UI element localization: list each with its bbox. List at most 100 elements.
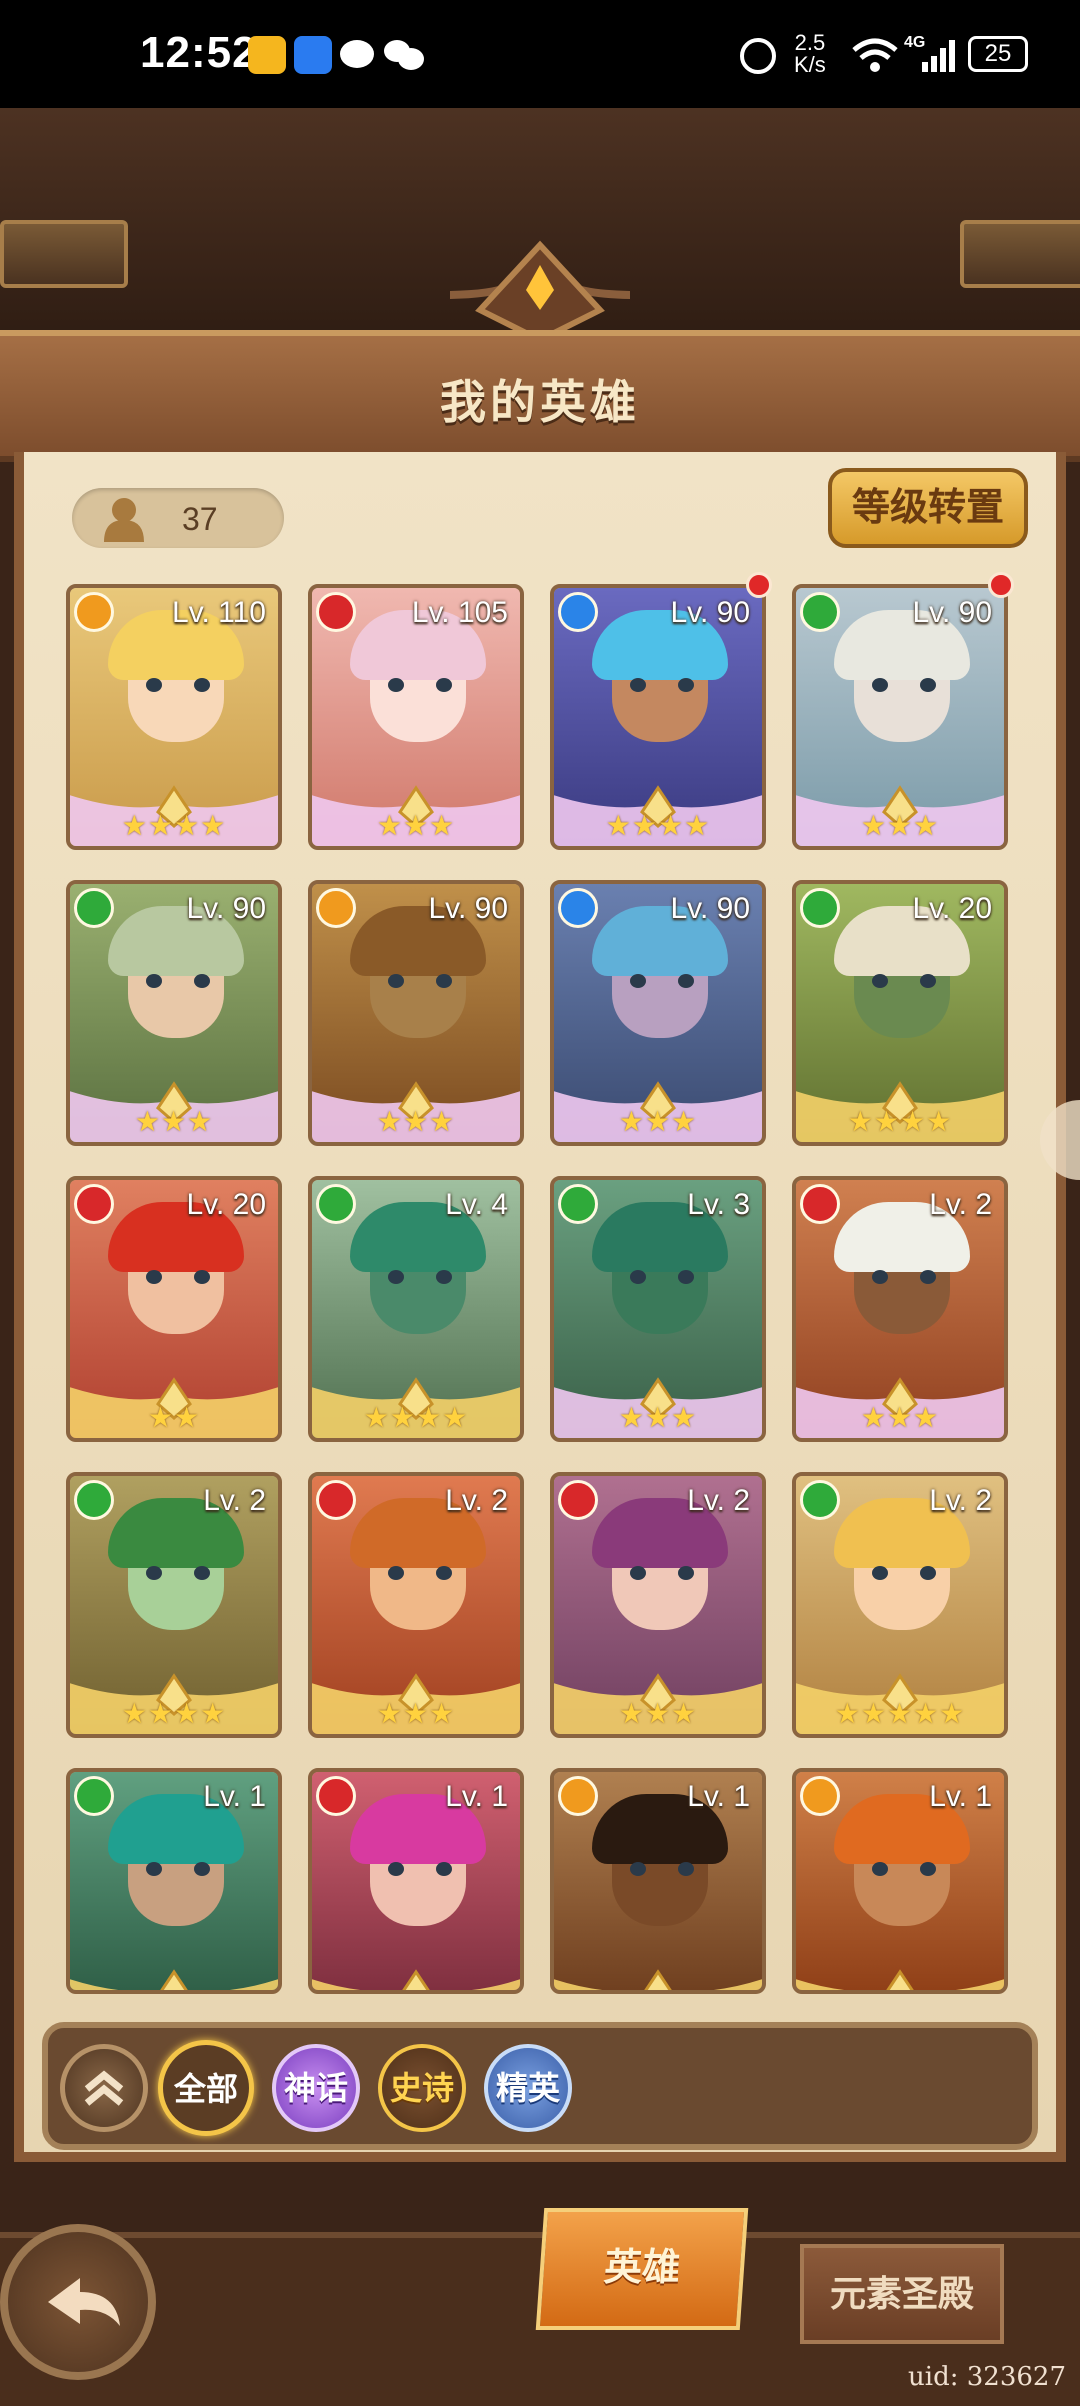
hero-eyes xyxy=(388,1270,452,1284)
filter-elite-button[interactable]: 精英 xyxy=(484,2044,572,2132)
hero-level: Lv. 105 xyxy=(411,596,508,629)
hero-card[interactable]: Lv. 1 xyxy=(308,1768,524,1994)
hero-eyes xyxy=(872,974,936,988)
hero-card[interactable]: Lv. 90 ★★★ xyxy=(308,880,524,1146)
hero-stars: ★★★★ xyxy=(605,810,711,841)
hero-eyes xyxy=(146,678,210,692)
blue-element-icon xyxy=(558,592,598,632)
right-pillar-decoration xyxy=(960,220,1080,288)
hero-eyes xyxy=(872,1566,936,1580)
hero-card[interactable]: Lv. 1 xyxy=(66,1768,282,1994)
orange-element-icon xyxy=(800,1776,840,1816)
hero-level: Lv. 2 xyxy=(929,1484,992,1517)
title-bar: 我的英雄 xyxy=(0,330,1080,462)
hero-level: Lv. 1 xyxy=(203,1780,266,1813)
hero-eyes xyxy=(630,678,694,692)
hero-level: Lv. 2 xyxy=(445,1484,508,1517)
hero-stars: ★★★ xyxy=(860,1402,940,1433)
hero-stars: ★★★ xyxy=(618,1106,698,1137)
filter-all-button[interactable]: 全部 xyxy=(158,2040,254,2136)
red-element-icon xyxy=(800,1184,840,1224)
hero-eyes xyxy=(872,1270,936,1284)
hero-card[interactable]: Lv. 90 ★★★ xyxy=(550,880,766,1146)
hero-count-badge: 37 xyxy=(72,488,284,548)
green-element-icon xyxy=(558,1184,598,1224)
hero-level: Lv. 90 xyxy=(428,892,509,925)
back-arrow-icon xyxy=(48,2278,120,2326)
tab-hero[interactable]: 英雄 xyxy=(535,2208,749,2330)
uid-label: uid: 323627 xyxy=(908,2362,1066,2392)
hero-level: Lv. 2 xyxy=(687,1484,750,1517)
hero-card[interactable]: Lv. 90 ★★★★ xyxy=(550,584,766,850)
hero-level: Lv. 3 xyxy=(687,1188,750,1221)
collapse-button[interactable] xyxy=(60,2044,148,2132)
back-button[interactable] xyxy=(0,2224,156,2380)
hero-card[interactable]: Lv. 110 ★★★★ xyxy=(66,584,282,850)
left-pillar-decoration xyxy=(0,220,128,288)
hero-stars: ★★★ xyxy=(134,1106,214,1137)
hero-card[interactable]: Lv. 3 ★★★ xyxy=(550,1176,766,1442)
hero-level: Lv. 1 xyxy=(445,1780,508,1813)
hero-level: Lv. 2 xyxy=(203,1484,266,1517)
wechat-icon xyxy=(384,40,424,70)
filter-mythic-button[interactable]: 神话 xyxy=(272,2044,360,2132)
net-speed: 2.5 K/s xyxy=(794,30,826,77)
hero-card[interactable]: Lv. 2 ★★★★★ xyxy=(792,1472,1008,1738)
page-title: 我的英雄 xyxy=(440,376,640,428)
hero-card[interactable]: Lv. 1 xyxy=(550,1768,766,1994)
hero-card[interactable]: Lv. 105 ★★★ xyxy=(308,584,524,850)
hero-eyes xyxy=(872,1862,936,1876)
green-element-icon xyxy=(74,888,114,928)
hero-card[interactable]: Lv. 2 ★★★★ xyxy=(66,1472,282,1738)
hero-level: Lv. 1 xyxy=(687,1780,750,1813)
hero-card[interactable]: Lv. 90 ★★★ xyxy=(792,584,1008,850)
level-reset-button[interactable]: 等级转置 xyxy=(828,468,1028,548)
hero-stars: ★★★★ xyxy=(363,1402,469,1433)
hero-card[interactable]: Lv. 4 ★★★★ xyxy=(308,1176,524,1442)
hero-eyes xyxy=(630,1566,694,1580)
tab-element-temple[interactable]: 元素圣殿 xyxy=(800,2244,1004,2344)
orange-element-icon xyxy=(74,592,114,632)
hero-eyes xyxy=(630,1862,694,1876)
rarity-wings-frame xyxy=(312,1969,520,1990)
hero-stars: ★★★★ xyxy=(847,1106,953,1137)
blue-element-icon xyxy=(558,888,598,928)
hero-eyes xyxy=(630,974,694,988)
person-icon xyxy=(104,498,144,542)
hero-eyes xyxy=(388,1862,452,1876)
green-element-icon xyxy=(74,1480,114,1520)
hero-card[interactable]: Lv. 20 ★★ xyxy=(66,1176,282,1442)
hero-card[interactable]: Lv. 2 ★★★ xyxy=(550,1472,766,1738)
hero-eyes xyxy=(146,1270,210,1284)
red-element-icon xyxy=(316,592,356,632)
hero-stars: ★★★★ xyxy=(121,810,227,841)
hero-stars: ★★★ xyxy=(618,1402,698,1433)
hero-eyes xyxy=(388,974,452,988)
double-chevron-up-icon xyxy=(84,2070,124,2106)
alarm-icon xyxy=(740,38,776,74)
hero-level: Lv. 1 xyxy=(929,1780,992,1813)
red-element-icon xyxy=(558,1480,598,1520)
hero-card[interactable]: Lv. 2 ★★★ xyxy=(792,1176,1008,1442)
hero-level: Lv. 110 xyxy=(172,596,266,629)
hero-card[interactable]: Lv. 20 ★★★★ xyxy=(792,880,1008,1146)
red-element-icon xyxy=(316,1776,356,1816)
hero-level: Lv. 90 xyxy=(670,596,751,629)
chat-bubble-icon xyxy=(340,40,374,68)
status-time: 12:52 xyxy=(140,28,258,77)
hero-card[interactable]: Lv. 2 ★★★ xyxy=(308,1472,524,1738)
hero-count-value: 37 xyxy=(182,501,218,537)
hero-eyes xyxy=(872,678,936,692)
rarity-wings-frame xyxy=(70,1969,278,1990)
filter-epic-button[interactable]: 史诗 xyxy=(378,2044,466,2132)
hero-stars: ★★★ xyxy=(376,1106,456,1137)
hero-level: Lv. 90 xyxy=(186,892,267,925)
wifi-icon xyxy=(852,38,898,72)
green-element-icon xyxy=(74,1776,114,1816)
signal-icon xyxy=(922,40,955,72)
green-element-icon xyxy=(800,888,840,928)
red-element-icon xyxy=(316,1480,356,1520)
hero-card[interactable]: Lv. 90 ★★★ xyxy=(66,880,282,1146)
hero-stars: ★★★ xyxy=(376,810,456,841)
hero-card[interactable]: Lv. 1 xyxy=(792,1768,1008,1994)
